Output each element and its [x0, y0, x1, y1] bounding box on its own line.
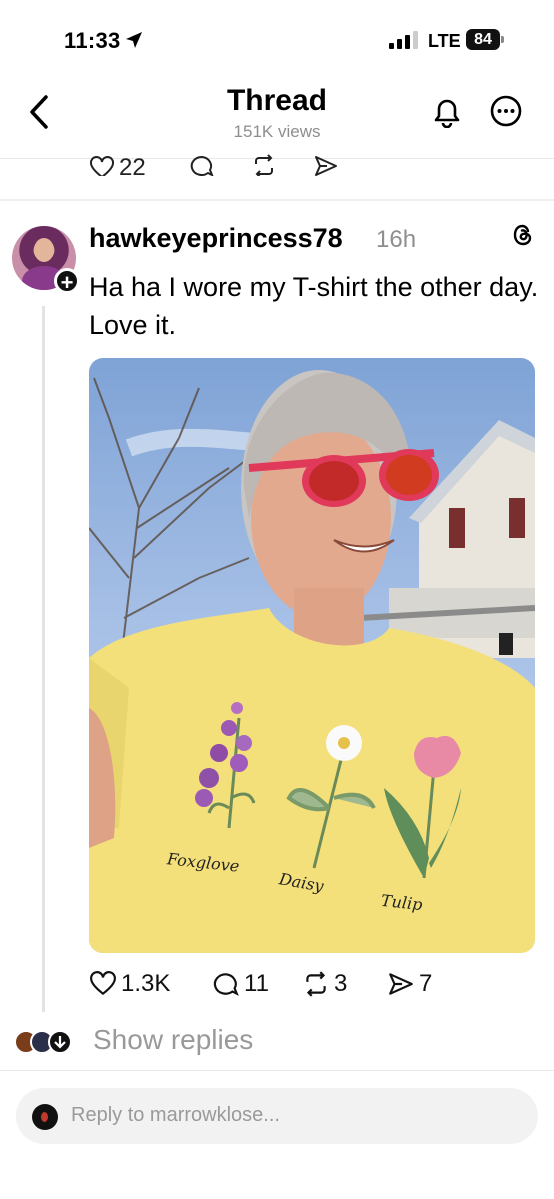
comment-icon: [213, 973, 239, 996]
post-timestamp: 16h: [376, 226, 417, 253]
follow-plus-icon[interactable]: +: [54, 268, 80, 295]
repost-icon[interactable]: [251, 154, 277, 176]
selfie-illustration: [89, 370, 535, 953]
repost-button[interactable]: 3: [302, 970, 347, 998]
show-replies-link[interactable]: Show replies: [93, 1024, 253, 1056]
share-icon[interactable]: [313, 154, 339, 176]
reply-count: 11: [244, 970, 269, 997]
post-actions: 1.3K 11 3 7: [89, 970, 549, 1006]
like-count: 1.3K: [121, 970, 171, 997]
share-button[interactable]: 7: [387, 970, 432, 998]
network-type: LTE: [428, 31, 461, 51]
battery-icon: 84: [466, 29, 506, 51]
comment-icon[interactable]: [189, 154, 215, 176]
reply-input[interactable]: Reply to marrowklose...: [16, 1088, 538, 1144]
share-count: 7: [419, 970, 433, 997]
like-button[interactable]: 1.3K: [89, 970, 170, 998]
bottom-divider: [0, 1070, 554, 1071]
page-title: Thread: [226, 84, 328, 117]
view-count: 151K views: [233, 122, 321, 141]
signal-icon: [389, 31, 418, 49]
share-icon: [389, 973, 413, 995]
more-icon[interactable]: [489, 94, 523, 128]
post-text: Ha ha I wore my T-shirt the other day. L…: [89, 272, 539, 340]
repost-icon: [306, 971, 326, 997]
location-arrow-icon: [126, 32, 142, 48]
status-time: 11:33: [64, 28, 121, 53]
previous-like-button[interactable]: 22: [89, 154, 146, 176]
previous-post-actions: 22: [0, 150, 554, 176]
threads-logo-icon: [513, 224, 532, 246]
post-image[interactable]: Foxglove Daisy Tulip: [89, 358, 535, 953]
thread-line: [42, 306, 45, 1012]
previous-like-count: 22: [119, 154, 146, 176]
status-bar: 11:33 LTE 84: [0, 0, 554, 82]
author-username[interactable]: hawkeyeprincess78: [89, 223, 343, 254]
repost-count: 3: [334, 970, 348, 997]
current-user-avatar: [32, 1104, 58, 1130]
battery-level: 84: [466, 29, 500, 50]
reply-button[interactable]: 11: [212, 970, 269, 998]
post-divider: [0, 199, 554, 201]
chevron-down-icon: [48, 1030, 72, 1054]
reply-avatars[interactable]: [14, 1030, 78, 1056]
heart-icon: [90, 156, 114, 176]
bell-icon[interactable]: [430, 94, 464, 128]
thread-header: Thread 151K views: [0, 82, 554, 159]
reply-placeholder: Reply to marrowklose...: [71, 1104, 280, 1126]
heart-icon: [90, 971, 116, 996]
